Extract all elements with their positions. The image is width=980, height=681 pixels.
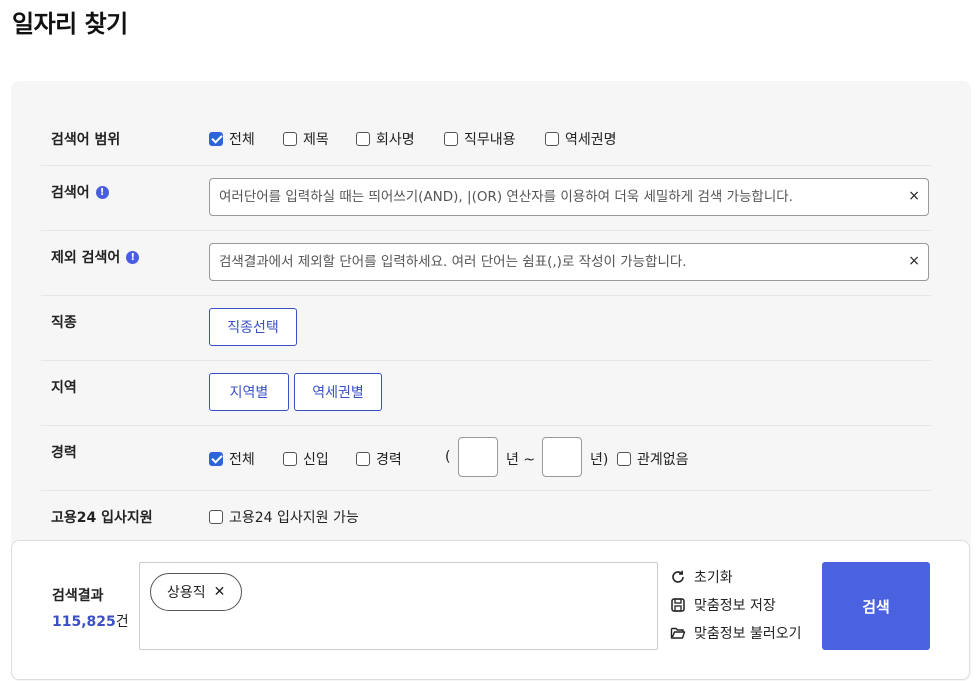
checkbox-checked-icon[interactable] <box>209 132 223 146</box>
scope-option-label: 역세권명 <box>565 132 617 148</box>
keyword-field: × <box>209 178 929 216</box>
station-region-button[interactable]: 역세권별 <box>294 373 382 411</box>
career-option-experienced[interactable]: 경력 <box>356 449 402 469</box>
career-option-new[interactable]: 신입 <box>283 449 329 469</box>
save-icon <box>671 598 685 612</box>
job-select-button[interactable]: 직종선택 <box>209 308 297 346</box>
scope-option-station[interactable]: 역세권명 <box>545 129 617 149</box>
reset-button[interactable]: 초기화 <box>670 567 733 587</box>
checkbox-icon[interactable] <box>444 132 458 146</box>
tag-chip-label: 상용직 <box>167 585 206 601</box>
job-row: 직종 직종선택 <box>41 295 931 361</box>
region-row: 지역 지역별 역세권별 <box>41 360 931 426</box>
career-option-all[interactable]: 전체 <box>209 449 255 469</box>
result-label: 검색결과 <box>52 588 104 604</box>
reset-label: 초기화 <box>694 570 733 586</box>
checkbox-icon[interactable] <box>283 452 297 466</box>
checkbox-icon[interactable] <box>356 132 370 146</box>
keyword-input[interactable] <box>210 179 899 215</box>
scope-option-duty[interactable]: 직무내용 <box>444 129 516 149</box>
checkbox-icon[interactable] <box>283 132 297 146</box>
scope-label: 검색어 범위 <box>51 132 121 148</box>
region-button[interactable]: 지역별 <box>209 373 289 411</box>
keyword-label: 검색어 ! <box>51 182 109 202</box>
career-any-label: 관계없음 <box>637 452 689 468</box>
load-custom-label: 맞춤정보 불러오기 <box>694 626 802 642</box>
exclude-input[interactable] <box>210 244 899 280</box>
save-custom-label: 맞춤정보 저장 <box>694 598 776 614</box>
employ24-label: 고용24 입사지원 <box>51 510 153 526</box>
career-open-paren: ( <box>445 449 451 465</box>
region-label: 지역 <box>51 380 77 396</box>
scope-option-title[interactable]: 제목 <box>283 129 329 149</box>
scope-option-label: 전체 <box>229 132 255 148</box>
checkbox-checked-icon[interactable] <box>209 452 223 466</box>
employ24-row: 고용24 입사지원 고용24 입사지원 가능 <box>41 490 931 540</box>
page-title: 일자리 찾기 <box>12 10 128 38</box>
exclude-row: 제외 검색어 ! × <box>41 230 931 296</box>
career-any-option[interactable]: 관계없음 <box>617 449 689 469</box>
clear-icon[interactable]: × <box>908 188 920 204</box>
career-min-years-input[interactable] <box>458 437 498 477</box>
employ24-option-label: 고용24 입사지원 가능 <box>229 510 359 526</box>
clear-icon[interactable]: × <box>908 253 920 269</box>
info-icon[interactable]: ! <box>95 185 109 199</box>
result-count-unit: 건 <box>115 614 129 630</box>
selected-tags-box: 상용직 ✕ <box>139 562 658 650</box>
reset-icon <box>672 570 684 583</box>
scope-row: 검색어 범위 전체 제목 회사명 직무내용 역세권명 <box>41 112 931 166</box>
scope-option-label: 회사명 <box>376 132 415 148</box>
remove-tag-icon[interactable]: ✕ <box>214 584 226 600</box>
career-year-separator: 년 ~ <box>506 452 536 468</box>
load-custom-button[interactable]: 맞춤정보 불러오기 <box>670 623 802 643</box>
tag-chip: 상용직 ✕ <box>150 573 243 611</box>
career-option-label: 전체 <box>229 452 255 468</box>
scope-option-all[interactable]: 전체 <box>209 129 255 149</box>
checkbox-icon[interactable] <box>545 132 559 146</box>
employ24-option[interactable]: 고용24 입사지원 가능 <box>209 507 359 527</box>
result-count: 115,825건 <box>52 611 129 631</box>
job-label: 직종 <box>51 315 77 331</box>
search-button[interactable]: 검색 <box>822 562 930 650</box>
scope-option-label: 제목 <box>303 132 329 148</box>
checkbox-icon[interactable] <box>209 510 223 524</box>
career-row: 경력 전체 신입 경력 ( 년 ~ 년) 관계없음 <box>41 425 931 491</box>
career-max-years-input[interactable] <box>542 437 582 477</box>
scope-option-label: 직무내용 <box>464 132 516 148</box>
keyword-label-text: 검색어 <box>51 185 90 201</box>
save-custom-button[interactable]: 맞춤정보 저장 <box>670 595 776 615</box>
keyword-row: 검색어 ! × <box>41 165 931 231</box>
career-year-close: 년) <box>590 452 609 468</box>
career-option-label: 신입 <box>303 452 329 468</box>
exclude-label: 제외 검색어 ! <box>51 247 140 267</box>
scope-option-company[interactable]: 회사명 <box>356 129 415 149</box>
checkbox-icon[interactable] <box>617 452 631 466</box>
search-result-bar: 검색결과 115,825건 상용직 ✕ 초기화 맞춤정보 저장 맞춤정보 불러오… <box>11 540 970 680</box>
exclude-field: × <box>209 243 929 281</box>
exclude-label-text: 제외 검색어 <box>51 250 121 266</box>
checkbox-icon[interactable] <box>356 452 370 466</box>
info-icon[interactable]: ! <box>126 250 140 264</box>
folder-open-icon <box>670 627 686 639</box>
career-label: 경력 <box>51 445 77 461</box>
result-count-number: 115,825 <box>52 614 116 630</box>
career-option-label: 경력 <box>376 452 402 468</box>
